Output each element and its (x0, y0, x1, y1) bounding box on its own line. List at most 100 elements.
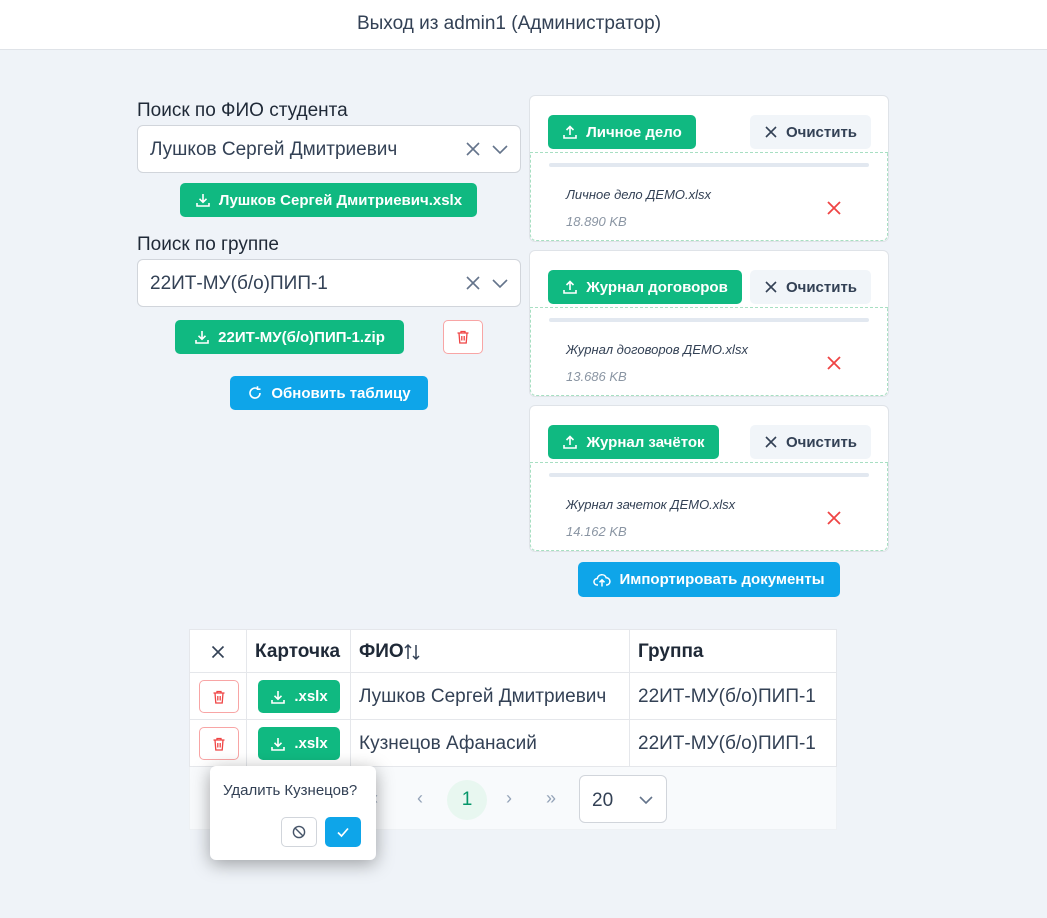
header-card-label: Карточка (255, 641, 341, 662)
download-icon (195, 331, 209, 344)
student-search-label: Поиск по ФИО студента (137, 100, 348, 121)
top-bar: Выход из admin1 (Администратор) (0, 0, 1047, 50)
download-group-label: 22ИТ-МУ(б/о)ПИП-1.zip (218, 328, 385, 346)
upload-icon (563, 125, 578, 139)
upload-personal-button[interactable]: Личное дело (548, 115, 696, 149)
upload-icon (563, 280, 578, 294)
table-row (190, 673, 247, 720)
upload-panel-personal: Личное дело Очистить Личное дело ДЕМО.xl… (529, 95, 889, 242)
download-student-button[interactable]: Лушков Сергей Дмитриевич.xslx (180, 183, 477, 217)
import-documents-label: Импортировать документы (619, 571, 825, 588)
next-page-icon[interactable]: › (506, 788, 512, 809)
refresh-table-button[interactable]: Обновить таблицу (230, 376, 428, 410)
header-card: Карточка (247, 630, 351, 673)
upload-contracts-label: Журнал договоров (586, 278, 728, 296)
sort-icon[interactable] (403, 643, 421, 661)
close-icon[interactable] (825, 509, 843, 527)
cancel-button[interactable] (281, 817, 317, 847)
delete-row-button[interactable] (199, 727, 239, 760)
row-group: 22ИТ-МУ(б/о)ПИП-1 (638, 686, 816, 707)
check-icon (337, 827, 349, 838)
chevron-down-icon[interactable] (491, 138, 509, 160)
upload-progress-bar (549, 163, 869, 167)
rows-per-page-dropdown[interactable]: 20 (579, 775, 667, 823)
ban-icon (292, 825, 306, 839)
trash-icon (457, 330, 469, 344)
download-card-label: .xslx (294, 688, 328, 705)
clear-records-button[interactable]: Очистить (750, 425, 871, 459)
download-icon (271, 737, 286, 751)
close-icon[interactable] (464, 138, 482, 160)
chevron-down-icon[interactable] (491, 272, 509, 294)
student-search-dropdown[interactable]: Лушков Сергей Дмитриевич (137, 125, 521, 173)
clear-records-label: Очистить (785, 433, 858, 451)
close-icon (765, 281, 777, 293)
table-row (190, 720, 247, 767)
prev-page-icon[interactable]: ‹ (417, 788, 423, 809)
close-icon[interactable] (825, 199, 843, 217)
row-group: 22ИТ-МУ(б/о)ПИП-1 (638, 733, 816, 754)
close-icon (211, 645, 225, 659)
download-card-label: .xslx (294, 735, 328, 752)
delete-row-button[interactable] (199, 680, 239, 713)
row-group-cell: 22ИТ-МУ(б/о)ПИП-1 (630, 673, 837, 720)
confirm-button[interactable] (325, 817, 361, 847)
file-size: 18.890 KB (566, 214, 627, 229)
download-icon (271, 690, 286, 704)
upload-progress-bar (549, 318, 869, 322)
logout-link[interactable]: Выход из admin1 (Администратор) (0, 13, 1018, 35)
clear-contracts-button[interactable]: Очистить (750, 270, 871, 304)
upload-records-button[interactable]: Журнал зачёток (548, 425, 719, 459)
close-icon[interactable] (464, 272, 482, 294)
upload-dropzone[interactable]: Журнал договоров ДЕМО.xlsx 13.686 KB (530, 307, 888, 396)
refresh-table-label: Обновить таблицу (271, 384, 411, 402)
cloud-upload-icon (593, 573, 612, 586)
close-icon (765, 436, 777, 448)
header-delete-column[interactable] (190, 630, 247, 673)
download-card-button[interactable]: .xslx (258, 680, 340, 713)
row-fio: Кузнецов Афанасий (359, 733, 537, 754)
upload-panel-contracts: Журнал договоров Очистить Журнал договор… (529, 250, 889, 397)
clear-contracts-label: Очистить (785, 278, 858, 296)
upload-contracts-button[interactable]: Журнал договоров (548, 270, 742, 304)
download-card-button[interactable]: .xslx (258, 727, 340, 760)
header-fio[interactable]: ФИО (351, 630, 630, 673)
close-icon (765, 126, 777, 138)
upload-icon (563, 435, 578, 449)
file-name: Журнал зачеток ДЕМО.xlsx (566, 497, 736, 512)
row-fio-cell: Кузнецов Афанасий (351, 720, 630, 767)
group-search-label: Поиск по группе (137, 234, 279, 255)
delete-confirm-popup: Удалить Кузнецов? (210, 766, 376, 860)
download-group-button[interactable]: 22ИТ-МУ(б/о)ПИП-1.zip (175, 320, 404, 354)
upload-panel-records: Журнал зачёток Очистить Журнал зачеток Д… (529, 405, 889, 552)
header-group-label: Группа (638, 641, 704, 662)
row-card-cell: .xslx (247, 720, 351, 767)
last-page-icon[interactable]: » (546, 788, 556, 809)
download-icon (196, 194, 210, 207)
page-button-current[interactable]: 1 (447, 780, 487, 820)
row-group-cell: 22ИТ-МУ(б/о)ПИП-1 (630, 720, 837, 767)
upload-dropzone[interactable]: Журнал зачеток ДЕМО.xlsx 14.162 KB (530, 462, 888, 551)
refresh-icon (249, 386, 262, 399)
download-student-label: Лушков Сергей Дмитриевич.xslx (218, 191, 463, 209)
clear-personal-label: Очистить (785, 123, 858, 141)
delete-group-button[interactable] (443, 320, 483, 354)
student-search-value: Лушков Сергей Дмитриевич (150, 139, 398, 160)
upload-records-label: Журнал зачёток (586, 433, 705, 451)
rows-per-page-value: 20 (592, 790, 614, 811)
group-search-dropdown[interactable]: 22ИТ-МУ(б/о)ПИП-1 (137, 259, 521, 307)
trash-icon (213, 737, 225, 751)
trash-icon (213, 690, 225, 704)
file-name: Личное дело ДЕМО.xlsx (566, 187, 712, 202)
row-fio: Лушков Сергей Дмитриевич (359, 686, 607, 707)
clear-personal-button[interactable]: Очистить (750, 115, 871, 149)
upload-personal-label: Личное дело (586, 123, 682, 141)
close-icon[interactable] (825, 354, 843, 372)
confirm-message: Удалить Кузнецов? (223, 782, 358, 799)
import-documents-button[interactable]: Импортировать документы (578, 562, 840, 597)
chevron-down-icon (639, 796, 653, 805)
upload-dropzone[interactable]: Личное дело ДЕМО.xlsx 18.890 KB (530, 152, 888, 241)
file-size: 14.162 KB (566, 524, 627, 539)
file-size: 13.686 KB (566, 369, 627, 384)
row-card-cell: .xslx (247, 673, 351, 720)
